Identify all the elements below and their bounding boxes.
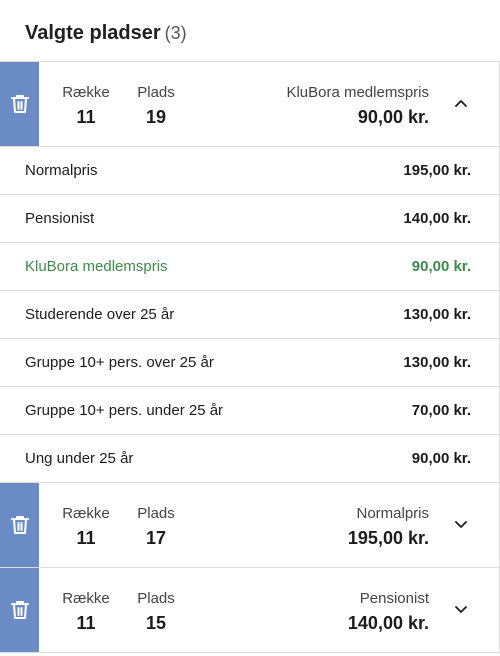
panel-title: Valgte pladser [25,22,161,44]
seat-info: Plads 15 [137,590,175,634]
option-name: Gruppe 10+ pers. over 25 år [25,354,214,371]
option-price: 195,00 kr. [403,162,471,179]
row-value: 11 [76,613,96,633]
option-price: 130,00 kr. [403,354,471,371]
seat-info: Plads 17 [137,505,175,549]
ticket-option[interactable]: Studerende over 25 år 130,00 kr. [0,291,499,339]
option-name: Pensionist [25,210,95,227]
ticket-option[interactable]: Gruppe 10+ pers. over 25 år 130,00 kr. [0,339,499,387]
option-name: Ung under 25 år [25,450,134,467]
chevron-down-icon[interactable] [453,516,469,532]
ticket-price-info: KluBora medlemspris 90,00 kr. [286,84,429,128]
seat-count: (3) [164,23,187,43]
option-name: Normalpris [25,162,98,179]
option-price: 140,00 kr. [403,210,471,227]
seat-value: 19 [145,107,167,127]
selected-seats-panel: Valgte pladser (3) Række 11 Plads 19 KluB… [0,0,500,656]
ticket-option-selected[interactable]: KluBora medlemspris 90,00 kr. [0,243,499,291]
seat-item: Række 11 Plads 15 Pensionist 140,00 kr. [0,568,500,653]
seat-label: Plads [137,84,175,101]
row-info: Række 11 [62,590,110,634]
ticket-price: 140,00 kr. [347,613,429,633]
option-name: KluBora medlemspris [25,258,168,275]
chevron-down-icon[interactable] [453,601,469,617]
ticket-price: 195,00 kr. [347,528,429,548]
ticket-option[interactable]: Normalpris 195,00 kr. [0,147,499,195]
seat-info: Plads 19 [137,84,175,128]
row-info: Række 11 [62,505,110,549]
seat-item: Række 11 Plads 17 Normalpris 195,00 kr. [0,483,500,568]
ticket-option[interactable]: Pensionist 140,00 kr. [0,195,499,243]
trash-icon [10,601,29,619]
seat-item: Række 11 Plads 19 KluBora medlemspris 90… [0,62,500,147]
ticket-type-options: Normalpris 195,00 kr. Pensionist 140,00 … [0,147,500,483]
option-name: Studerende over 25 år [25,306,175,323]
seat-value: 15 [145,613,167,633]
delete-seat-button[interactable] [0,483,39,567]
seat-label: Plads [137,590,175,607]
delete-seat-button[interactable] [0,568,39,652]
option-price: 90,00 kr. [411,450,471,467]
seat-value: 17 [145,528,167,548]
row-info: Række 11 [62,84,110,128]
option-price: 70,00 kr. [411,402,471,419]
ticket-price-info: Pensionist 140,00 kr. [348,590,429,634]
trash-icon [10,95,29,113]
ticket-type: Pensionist [359,590,429,607]
ticket-price: 90,00 kr. [357,107,429,127]
option-price: 90,00 kr. [411,258,471,275]
ticket-price-info: Normalpris 195,00 kr. [348,505,429,549]
trash-icon [10,516,29,534]
chevron-up-icon[interactable] [453,95,469,111]
delete-seat-button[interactable] [0,62,39,146]
row-value: 11 [76,107,96,127]
ticket-type: Normalpris [356,505,429,522]
ticket-option[interactable]: Gruppe 10+ pers. under 25 år 70,00 kr. [0,387,499,435]
option-name: Gruppe 10+ pers. under 25 år [25,402,224,419]
row-label: Række [62,590,110,607]
row-label: Række [62,84,110,101]
seat-label: Plads [137,505,175,522]
panel-header: Valgte pladser (3) [0,0,500,62]
row-label: Række [62,505,110,522]
ticket-type: KluBora medlemspris [286,84,429,101]
option-price: 130,00 kr. [403,306,471,323]
ticket-option[interactable]: Ung under 25 år 90,00 kr. [0,435,499,483]
row-value: 11 [76,528,96,548]
